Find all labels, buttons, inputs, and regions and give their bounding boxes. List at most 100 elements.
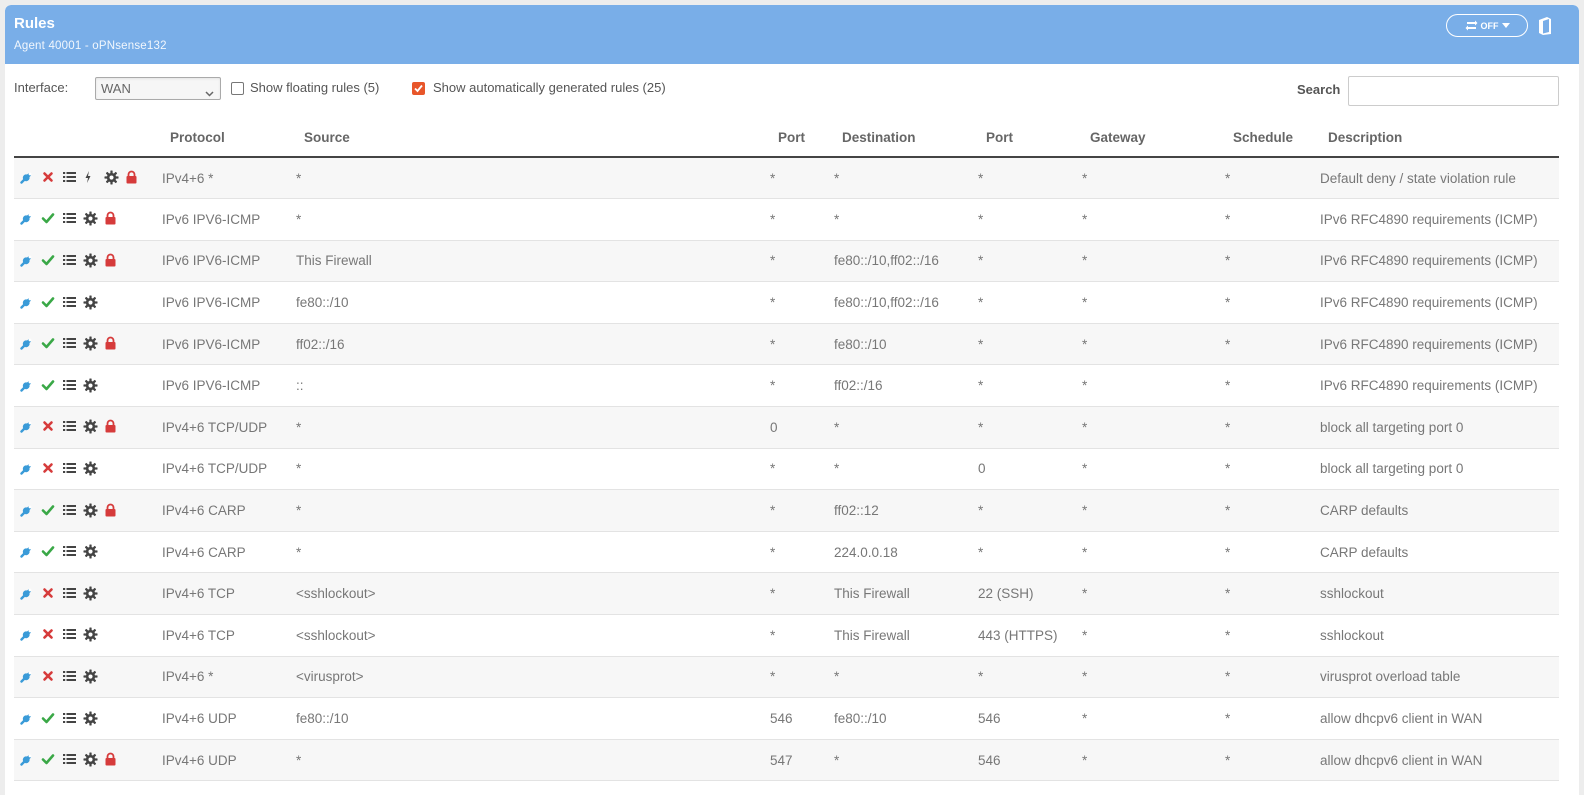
list-icon[interactable] [62, 586, 78, 602]
gear-icon[interactable] [83, 419, 99, 435]
cell-source: * [296, 489, 770, 532]
list-icon[interactable] [62, 295, 78, 311]
close-icon[interactable] [41, 627, 57, 643]
edit-icon[interactable] [20, 627, 36, 643]
list-icon[interactable] [62, 170, 78, 186]
check-icon[interactable] [41, 711, 57, 727]
cell-destination-port: * [978, 656, 1082, 699]
edit-icon[interactable] [20, 336, 36, 352]
edit-icon[interactable] [20, 586, 36, 602]
cell-gateway: * [1082, 531, 1225, 574]
table-row: IPv4+6 TCP <sshlockout> * This Firewall 22 (… [14, 572, 1559, 616]
check-icon[interactable] [41, 544, 57, 560]
gear-icon[interactable] [83, 295, 99, 311]
close-icon[interactable] [41, 419, 57, 435]
check-icon[interactable] [41, 253, 57, 269]
cell-source-port: * [770, 323, 834, 366]
interface-select[interactable]: WAN [95, 77, 221, 100]
list-icon[interactable] [62, 752, 78, 768]
gear-icon[interactable] [104, 170, 120, 186]
row-actions [14, 656, 162, 699]
close-icon[interactable] [41, 170, 57, 186]
lock-icon [125, 170, 141, 186]
edit-icon[interactable] [20, 669, 36, 685]
gear-icon[interactable] [83, 627, 99, 643]
col-source[interactable]: Source [296, 119, 770, 158]
page-title: Rules [14, 15, 55, 32]
rules-table: Protocol Source Port Destination Port Ga… [14, 119, 1559, 782]
row-actions [14, 697, 162, 740]
chevron-down-icon [205, 85, 214, 100]
col-description[interactable]: Description [1320, 119, 1559, 158]
list-icon[interactable] [62, 669, 78, 685]
gear-icon[interactable] [83, 461, 99, 477]
list-icon[interactable] [62, 711, 78, 727]
gear-icon[interactable] [83, 253, 99, 269]
search-label: Search [1297, 82, 1341, 97]
gear-icon[interactable] [83, 503, 99, 519]
col-source-port[interactable]: Port [770, 119, 834, 158]
col-schedule[interactable]: Schedule [1225, 119, 1320, 158]
cell-description: virusprot overload table [1320, 656, 1559, 699]
row-actions [14, 323, 162, 366]
gear-icon[interactable] [83, 544, 99, 560]
cell-description: block all targeting port 0 [1320, 448, 1559, 491]
cell-description: CARP defaults [1320, 531, 1559, 574]
cell-protocol: IPv4+6 * [162, 656, 296, 699]
edit-icon[interactable] [20, 752, 36, 768]
list-icon[interactable] [62, 211, 78, 227]
book-icon[interactable] [1538, 17, 1552, 40]
floating-rules-checkbox[interactable] [231, 82, 244, 95]
auto-rules-checkbox[interactable] [412, 82, 425, 95]
col-gateway[interactable]: Gateway [1082, 119, 1225, 158]
edit-icon[interactable] [20, 419, 36, 435]
edit-icon[interactable] [20, 295, 36, 311]
cell-source: <virusprot> [296, 656, 770, 699]
check-icon[interactable] [41, 295, 57, 311]
check-icon[interactable] [41, 336, 57, 352]
list-icon[interactable] [62, 253, 78, 269]
cell-description: block all targeting port 0 [1320, 406, 1559, 449]
edit-icon[interactable] [20, 503, 36, 519]
cell-gateway: * [1082, 448, 1225, 491]
refresh-icon [1465, 20, 1478, 31]
gear-icon[interactable] [83, 378, 99, 394]
list-icon[interactable] [62, 336, 78, 352]
gear-icon[interactable] [83, 586, 99, 602]
edit-icon[interactable] [20, 170, 36, 186]
cell-destination: fe80::/10,ff02::/16 [834, 281, 978, 324]
gear-icon[interactable] [83, 669, 99, 685]
check-icon[interactable] [41, 378, 57, 394]
gear-icon[interactable] [83, 710, 99, 727]
check-icon[interactable] [41, 752, 57, 768]
col-destination[interactable]: Destination [834, 119, 978, 158]
edit-icon[interactable] [20, 253, 36, 269]
gear-icon[interactable] [83, 211, 99, 227]
list-icon[interactable] [62, 419, 78, 435]
list-icon[interactable] [62, 378, 78, 394]
cell-source: * [296, 406, 770, 449]
close-icon[interactable] [41, 669, 57, 685]
edit-icon[interactable] [20, 211, 36, 227]
check-icon[interactable] [41, 503, 57, 519]
gear-icon[interactable] [83, 336, 99, 352]
close-icon[interactable] [41, 586, 57, 602]
list-icon[interactable] [62, 461, 78, 477]
col-destination-port[interactable]: Port [978, 119, 1082, 158]
edit-icon[interactable] [20, 378, 36, 394]
gear-icon[interactable] [83, 752, 99, 768]
check-icon[interactable] [41, 211, 57, 227]
list-icon[interactable] [62, 627, 78, 643]
list-icon[interactable] [62, 503, 78, 519]
col-protocol[interactable]: Protocol [162, 119, 296, 158]
cell-destination-port: * [978, 531, 1082, 574]
refresh-toggle-button[interactable]: OFF [1446, 14, 1528, 37]
edit-icon[interactable] [20, 461, 36, 477]
cell-schedule: * [1225, 157, 1320, 200]
edit-icon[interactable] [20, 544, 36, 560]
edit-icon[interactable] [20, 711, 36, 727]
table-row: IPv4+6 CARP * * 224.0.0.18 * * * CARP defaults [14, 531, 1559, 574]
close-icon[interactable] [41, 461, 57, 477]
list-icon[interactable] [62, 544, 78, 560]
search-input[interactable] [1348, 76, 1559, 106]
